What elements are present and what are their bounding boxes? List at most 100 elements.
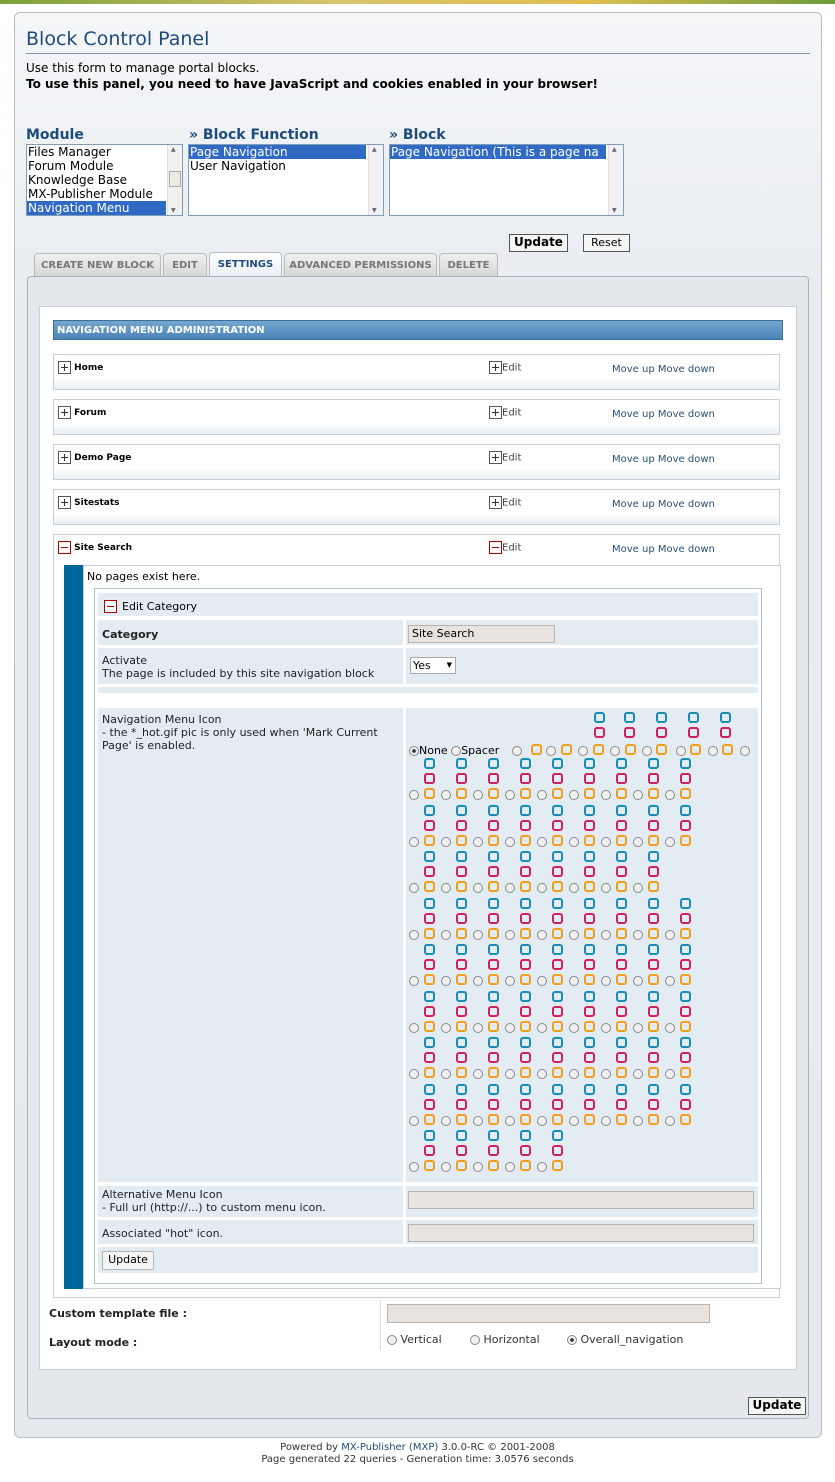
tab-settings[interactable]: SETTINGS: [209, 252, 282, 278]
icon-radio[interactable]: [441, 1162, 451, 1172]
icon-radio[interactable]: [512, 746, 522, 756]
icon-radio[interactable]: [537, 1162, 547, 1172]
icon-radio[interactable]: [505, 790, 515, 800]
icon-radio[interactable]: [473, 836, 483, 847]
icon-radio[interactable]: [569, 1069, 579, 1079]
icon-radio[interactable]: [537, 1022, 547, 1033]
icon-radio[interactable]: [740, 746, 750, 756]
collapse-icon[interactable]: [104, 599, 117, 613]
layout-radio-overall[interactable]: [567, 1335, 577, 1345]
block-scrollbar[interactable]: [608, 145, 623, 215]
move-down-link[interactable]: Move down: [658, 364, 715, 375]
icon-radio[interactable]: [578, 746, 588, 756]
move-up-link[interactable]: Move up: [612, 409, 655, 420]
reset-button[interactable]: Reset: [583, 234, 630, 252]
tab-create-new-block[interactable]: CREATE NEW BLOCK: [34, 253, 161, 277]
icon-radio[interactable]: [665, 1069, 675, 1079]
icon-radio[interactable]: [633, 976, 643, 986]
module-option[interactable]: Forum Module: [27, 159, 182, 173]
expand-icon[interactable]: [58, 361, 71, 374]
icon-radio[interactable]: [505, 929, 515, 940]
move-down-link[interactable]: Move down: [658, 499, 715, 510]
icon-radio[interactable]: [569, 883, 579, 893]
icon-radio[interactable]: [676, 746, 686, 756]
edit-link[interactable]: Edit: [502, 498, 521, 509]
module-option[interactable]: MX-Publisher Module: [27, 187, 182, 201]
icon-radio[interactable]: [441, 929, 451, 940]
tab-advanced-permissions[interactable]: ADVANCED PERMISSIONS: [284, 253, 437, 277]
layout-radio-vertical[interactable]: [387, 1335, 397, 1345]
icon-radio[interactable]: [601, 1069, 611, 1079]
icon-radio[interactable]: [601, 1022, 611, 1033]
icon-radio[interactable]: [505, 883, 515, 893]
block-function-listbox[interactable]: Page Navigation User Navigation: [188, 144, 384, 216]
icon-radio[interactable]: [633, 836, 643, 847]
icon-radio[interactable]: [665, 929, 675, 940]
icon-radio[interactable]: [642, 746, 652, 756]
hot-icon-input[interactable]: [408, 1224, 754, 1242]
icon-radio[interactable]: [473, 883, 483, 893]
icon-radio[interactable]: [537, 790, 547, 800]
icon-radio[interactable]: [409, 790, 419, 800]
tab-delete[interactable]: DELETE: [439, 253, 498, 277]
icon-radio[interactable]: [569, 790, 579, 800]
icon-radio[interactable]: [441, 976, 451, 986]
icon-radio[interactable]: [633, 929, 643, 940]
icon-radio[interactable]: [473, 790, 483, 800]
icon-radio[interactable]: [505, 1115, 515, 1126]
icon-radio[interactable]: [601, 883, 611, 893]
icon-radio[interactable]: [409, 883, 419, 893]
icon-radio[interactable]: [633, 790, 643, 800]
icon-radio[interactable]: [601, 929, 611, 940]
icon-radio-none[interactable]: [409, 746, 419, 756]
collapse-icon[interactable]: [58, 541, 71, 554]
move-down-link[interactable]: Move down: [658, 409, 715, 420]
expand-icon[interactable]: [58, 406, 71, 419]
icon-radio[interactable]: [537, 976, 547, 986]
mxp-link[interactable]: MX-Publisher (MXP): [341, 1442, 438, 1453]
icon-radio[interactable]: [505, 1069, 515, 1079]
move-up-link[interactable]: Move up: [612, 544, 655, 555]
icon-radio[interactable]: [633, 1022, 643, 1033]
icon-radio[interactable]: [633, 1115, 643, 1126]
edit-icon[interactable]: [489, 451, 502, 464]
icon-radio[interactable]: [409, 1022, 419, 1033]
icon-radio[interactable]: [665, 1022, 675, 1033]
icon-radio[interactable]: [633, 1069, 643, 1079]
icon-radio[interactable]: [441, 883, 451, 893]
icon-radio[interactable]: [537, 883, 547, 893]
move-up-link[interactable]: Move up: [612, 499, 655, 510]
module-listbox[interactable]: Files Manager Forum Module Knowledge Bas…: [26, 144, 183, 216]
block-function-option[interactable]: User Navigation: [189, 159, 383, 173]
icon-radio[interactable]: [505, 1022, 515, 1033]
block-listbox[interactable]: Page Navigation (This is a page na: [389, 144, 624, 216]
icon-radio[interactable]: [441, 836, 451, 847]
edit-link[interactable]: Edit: [502, 363, 521, 374]
icon-radio[interactable]: [537, 1069, 547, 1079]
icon-radio[interactable]: [665, 976, 675, 986]
icon-radio[interactable]: [473, 1069, 483, 1079]
move-up-link[interactable]: Move up: [612, 454, 655, 465]
icon-radio[interactable]: [537, 1115, 547, 1126]
icon-radio[interactable]: [601, 790, 611, 800]
icon-radio[interactable]: [633, 883, 643, 893]
icon-radio[interactable]: [569, 1115, 579, 1126]
icon-radio[interactable]: [441, 1069, 451, 1079]
icon-radio[interactable]: [441, 790, 451, 800]
edit-link[interactable]: Edit: [502, 543, 521, 554]
module-option-selected[interactable]: Navigation Menu: [27, 201, 166, 215]
icon-radio[interactable]: [441, 1115, 451, 1126]
category-update-button[interactable]: Update: [102, 1251, 154, 1270]
icon-radio[interactable]: [505, 976, 515, 986]
category-input[interactable]: Site Search: [408, 625, 555, 643]
block-function-option-selected[interactable]: Page Navigation: [189, 145, 366, 159]
edit-icon[interactable]: [489, 361, 502, 374]
icon-radio[interactable]: [537, 836, 547, 847]
icon-radio[interactable]: [505, 836, 515, 847]
icon-radio[interactable]: [601, 1115, 611, 1126]
icon-radio[interactable]: [409, 1115, 419, 1126]
edit-link[interactable]: Edit: [502, 408, 521, 419]
icon-radio[interactable]: [665, 836, 675, 847]
icon-radio[interactable]: [665, 790, 675, 800]
icon-radio[interactable]: [601, 976, 611, 986]
